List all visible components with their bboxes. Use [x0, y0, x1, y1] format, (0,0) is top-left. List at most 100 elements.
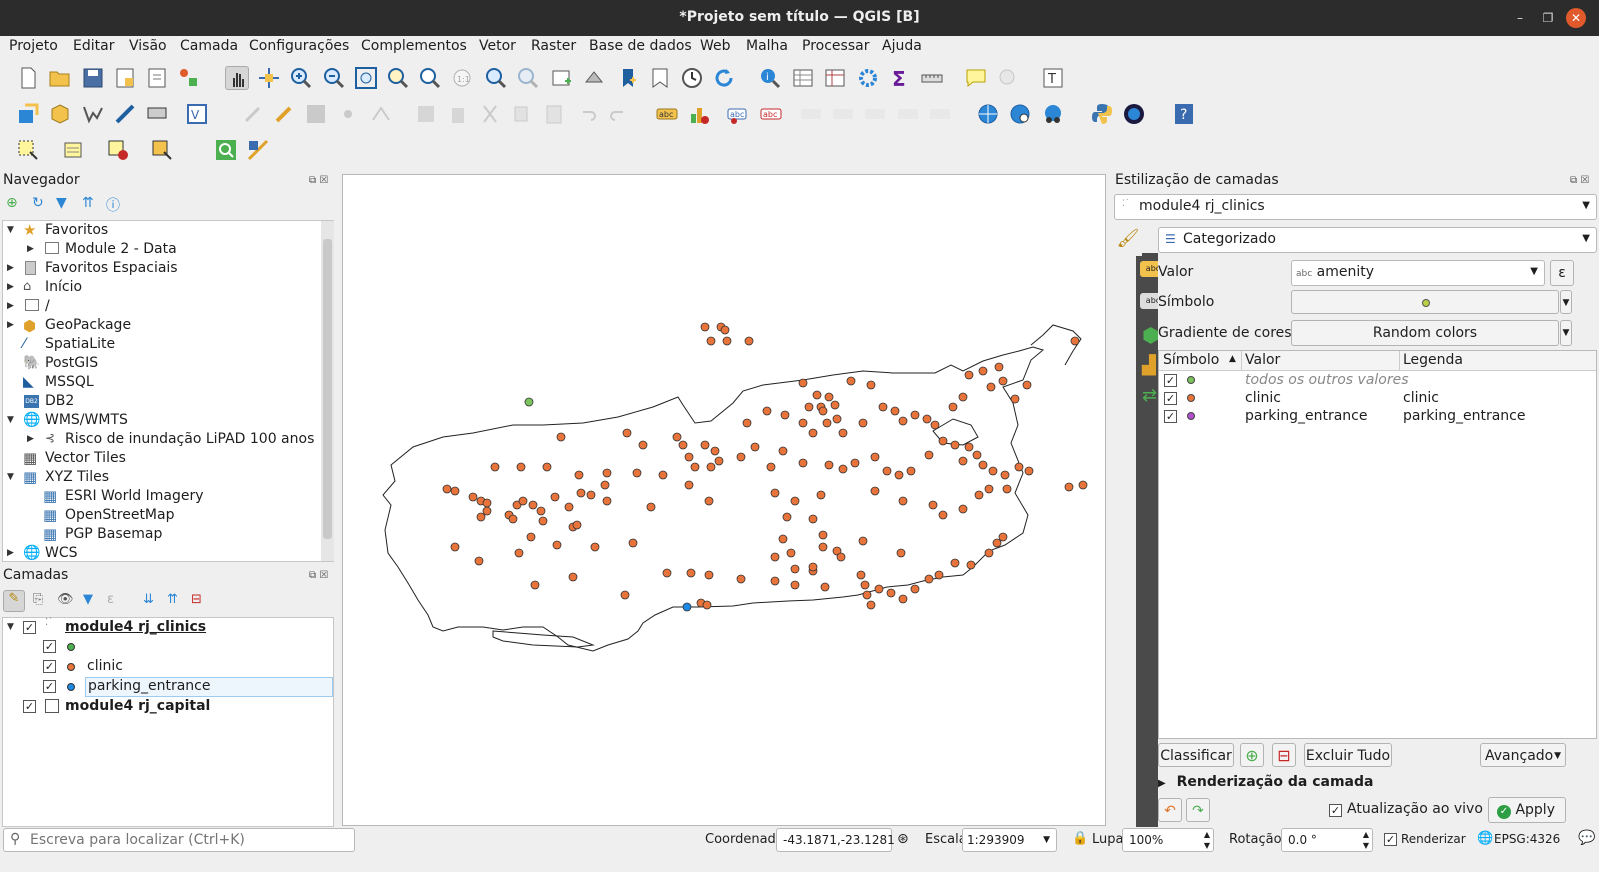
zoom-to-selection-icon[interactable]	[386, 66, 410, 90]
expression-button[interactable]: ε	[1550, 260, 1574, 286]
text-annotation-icon[interactable]: T	[1041, 66, 1065, 90]
add-wfs-layer-icon[interactable]	[1008, 102, 1032, 126]
collapse-all-icon[interactable]: ⇈	[82, 195, 94, 211]
style-manager-icon[interactable]	[177, 66, 201, 90]
category-checkbox[interactable]: ✓	[43, 680, 56, 693]
expand-all-icon[interactable]: ⇊	[143, 592, 154, 607]
open-attribute-table-icon[interactable]	[791, 66, 815, 90]
menu-projeto[interactable]: Projeto	[9, 38, 58, 54]
locator-bar[interactable]: ⚲	[3, 828, 355, 852]
undo-icon[interactable]	[575, 102, 599, 126]
highlight-pinned-labels-icon[interactable]: abc	[726, 102, 750, 126]
map-svg[interactable]	[343, 175, 1105, 825]
zoom-last-icon[interactable]	[484, 66, 508, 90]
redo-icon[interactable]	[607, 102, 631, 126]
scale-combo[interactable]: 1:293909 ▼	[962, 828, 1057, 852]
show-bookmarks-icon[interactable]	[648, 66, 672, 90]
label-tool-icon[interactable]: abc	[655, 102, 679, 126]
paste-features-icon[interactable]	[542, 102, 566, 126]
delete-all-button[interactable]: Excluir Tudo	[1304, 743, 1392, 767]
browser-scrollbar[interactable]	[321, 221, 334, 561]
new-temporary-layer-icon[interactable]	[145, 102, 169, 126]
legend-item-clinic[interactable]: ✓ clinic	[3, 658, 333, 677]
menu-processar[interactable]: Processar	[802, 38, 869, 54]
vertex-tool-icon[interactable]	[369, 102, 393, 126]
zoom-in-icon[interactable]	[289, 66, 313, 90]
add-selected-layers-icon[interactable]: ⊕	[6, 195, 18, 211]
data-source-manager-icon[interactable]	[16, 102, 40, 126]
diagram-tool-icon[interactable]	[687, 102, 711, 126]
save-project-icon[interactable]	[81, 66, 105, 90]
classify-button[interactable]: Classificar	[1158, 743, 1234, 767]
color-ramp-dropdown[interactable]: ▼	[1560, 320, 1572, 346]
processing-model-icon[interactable]	[246, 138, 270, 162]
legend-item-parking-entrance[interactable]: ✓ parking_entrance	[3, 677, 333, 697]
select-features-icon[interactable]	[16, 138, 40, 162]
rotation-spinbox[interactable]: 0.0 ° ▲ ▼	[1281, 828, 1373, 852]
lock-icon[interactable]: 🔒	[1072, 831, 1088, 846]
move-label-icon[interactable]	[863, 102, 887, 126]
category-checkbox[interactable]: ✓	[1164, 410, 1177, 423]
redo-style-button[interactable]: ↷	[1186, 798, 1210, 822]
layout-manager-icon[interactable]	[145, 66, 169, 90]
apply-button[interactable]: ✓ Apply	[1488, 797, 1566, 823]
symbol-button[interactable]	[1291, 290, 1559, 314]
pin-label-icon[interactable]	[799, 102, 823, 126]
color-ramp-button[interactable]: Random colors	[1291, 320, 1559, 346]
toolbox-icon[interactable]	[856, 66, 880, 90]
magnifier-spinbox[interactable]: 100% ▲ ▼	[1122, 828, 1214, 852]
add-wms-layer-icon[interactable]	[976, 102, 1000, 126]
styling-dock-buttons[interactable]: ⧉ ☒	[1570, 175, 1589, 186]
add-group-icon[interactable]: ⎘	[33, 592, 43, 607]
qgis-plugin-globe-icon[interactable]	[1122, 102, 1146, 126]
menu-raster[interactable]: Raster	[531, 38, 576, 54]
layer-rendering-section[interactable]: ▶ Renderização da camada	[1158, 774, 1373, 790]
menu-visao[interactable]: Visão	[129, 38, 167, 54]
layer-visibility-checkbox[interactable]: ✓	[23, 621, 36, 634]
decorations-icon[interactable]	[996, 66, 1020, 90]
maximize-icon[interactable]: ❐	[1538, 8, 1558, 28]
identify-features-icon[interactable]: i	[758, 66, 782, 90]
new-project-icon[interactable]	[16, 66, 40, 90]
new-map-view-icon[interactable]	[550, 66, 574, 90]
browser-dock-buttons[interactable]: ⧉ ☒	[309, 175, 328, 186]
metasearch-icon[interactable]	[1041, 102, 1065, 126]
layer-rj-clinics[interactable]: ▼ ✓ ⁚˙ module4 rj_clinics	[3, 617, 333, 638]
layer-rj-capital[interactable]: ✓ module4 rj_capital	[3, 698, 333, 717]
filter-browser-icon[interactable]: ▼	[56, 195, 67, 211]
legend-item-other[interactable]: ✓	[3, 638, 333, 657]
properties-icon[interactable]: ⓘ	[106, 195, 120, 215]
layers-dock-buttons[interactable]: ⧉ ☒	[309, 570, 328, 581]
3d-view-tab-icon[interactable]: ⬢	[1142, 323, 1159, 347]
change-label-icon[interactable]	[928, 102, 952, 126]
category-checkbox[interactable]: ✓	[43, 640, 56, 653]
coordinate-field[interactable]: -43.1871,-23.1281	[776, 828, 895, 852]
new-virtual-layer-icon[interactable]: V	[185, 102, 209, 126]
category-checkbox[interactable]: ✓	[1164, 392, 1177, 405]
open-project-icon[interactable]	[48, 66, 72, 90]
temporal-controller-icon[interactable]	[680, 66, 704, 90]
map-canvas[interactable]	[342, 174, 1106, 826]
crs-globe-icon[interactable]: 🌐	[1477, 831, 1493, 846]
manage-visibility-icon[interactable]: 👁	[57, 592, 74, 607]
new-print-layout-icon[interactable]	[113, 66, 137, 90]
help-icon[interactable]: ?	[1172, 102, 1196, 126]
select-by-value-icon[interactable]	[62, 138, 86, 162]
menu-malha[interactable]: Malha	[746, 38, 788, 54]
advanced-button[interactable]: Avançado ▼	[1480, 743, 1566, 767]
new-geopackage-icon[interactable]	[48, 102, 72, 126]
filter-expression-icon[interactable]: ε	[107, 592, 114, 607]
refresh-browser-icon[interactable]: ↻	[32, 195, 44, 211]
menu-complementos[interactable]: Complementos	[361, 38, 467, 54]
menu-vetor[interactable]: Vetor	[479, 38, 516, 54]
new-3d-view-icon[interactable]	[582, 66, 606, 90]
render-checkbox[interactable]: ✓	[1384, 833, 1397, 846]
copy-features-icon[interactable]	[510, 102, 534, 126]
zoom-out-icon[interactable]	[322, 66, 346, 90]
diagram-tab-icon[interactable]: ▟	[1142, 355, 1156, 376]
statistical-summary-icon[interactable]: Σ	[888, 66, 912, 91]
save-edits-icon[interactable]	[304, 102, 328, 126]
close-icon[interactable]: ✕	[1566, 8, 1586, 28]
new-spatialite-icon[interactable]	[113, 102, 137, 126]
zoom-full-icon[interactable]	[354, 66, 378, 90]
